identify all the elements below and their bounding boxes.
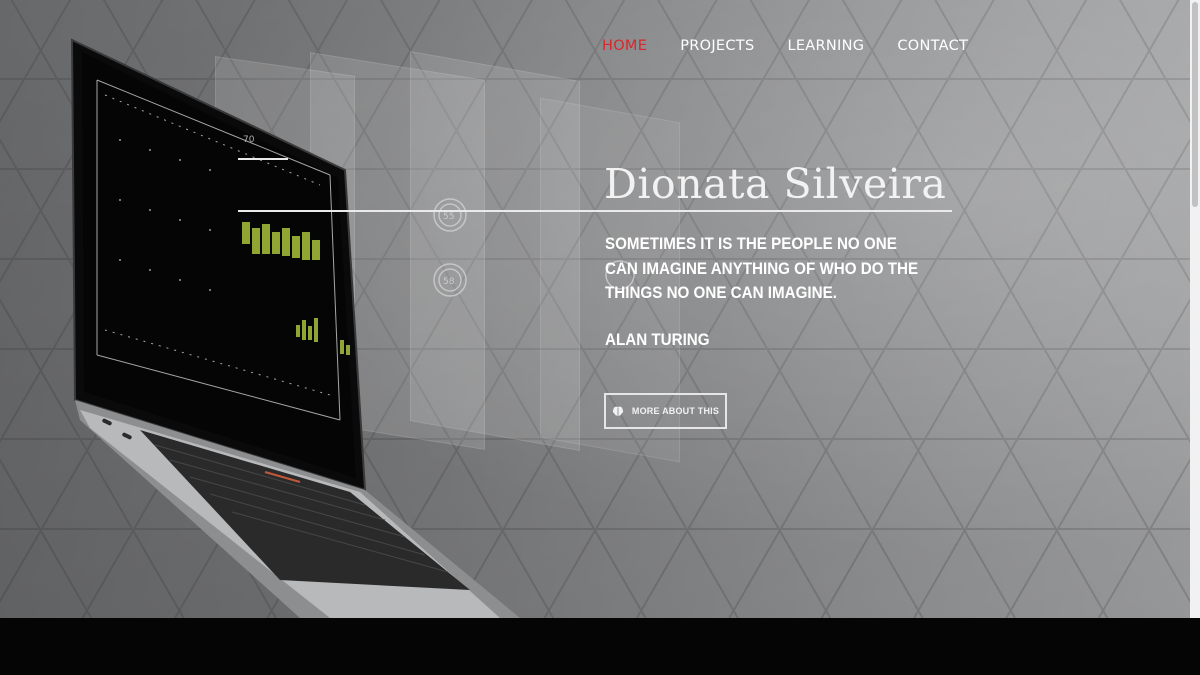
- more-about-this-button[interactable]: MORE ABOUT THIS: [604, 393, 727, 429]
- hud-gauge-bottom: 58: [443, 277, 455, 287]
- nav-learning[interactable]: LEARNING: [787, 38, 864, 54]
- hud-readout: 70: [243, 135, 255, 145]
- nav-contact[interactable]: CONTACT: [897, 38, 968, 54]
- more-about-this-label: MORE ABOUT THIS: [631, 406, 720, 416]
- quote-author: ALAN TURING: [605, 331, 710, 349]
- hero-quote: SOMETIMES IT IS THE PEOPLE NO ONE CAN IM…: [605, 235, 919, 302]
- scrollbar-thumb[interactable]: [1192, 2, 1198, 207]
- decorative-rule-short: [238, 158, 288, 160]
- main-navigation: HOME PROJECTS LEARNING CONTACT: [602, 38, 968, 54]
- laptop-illustration: 70 55 58: [70, 38, 635, 618]
- page-title: Dionata Silveira: [604, 160, 947, 208]
- title-underline: [238, 210, 952, 212]
- footer-bar: [0, 618, 1200, 675]
- nav-home[interactable]: HOME: [602, 38, 647, 54]
- hud-gauge-top: 55: [443, 212, 454, 222]
- brain-icon: [612, 406, 623, 416]
- hero-section: 70 55 58 HOME PROJECTS LEARNING CONTACT …: [0, 0, 1190, 618]
- nav-projects[interactable]: PROJECTS: [680, 38, 754, 54]
